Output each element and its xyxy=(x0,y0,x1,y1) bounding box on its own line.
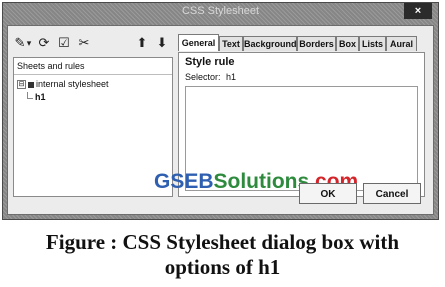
figure-caption-line2: options of h1 xyxy=(164,255,281,279)
selector-value: h1 xyxy=(226,72,237,82)
dropdown-icon[interactable]: ▾ xyxy=(25,35,33,51)
tab-aural[interactable]: Aural xyxy=(386,36,417,51)
cancel-button[interactable]: Cancel xyxy=(363,183,421,204)
dialog-body: ✎ ▾ ⟳ ☑ ✂ ⬆ ⬇ Sheets and rules ⊟ internal… xyxy=(7,25,434,215)
tree-header: Sheets and rules xyxy=(14,58,172,75)
tree-branch-line-icon xyxy=(27,92,33,99)
window-title: CSS Stylesheet xyxy=(181,5,260,17)
title-bar[interactable]: CSS Stylesheet × xyxy=(3,3,438,21)
tree-node-label: internal stylesheet xyxy=(36,79,109,89)
sheets-rules-tree[interactable]: Sheets and rules ⊟ internal stylesheet h1 xyxy=(13,57,173,197)
collapse-icon[interactable]: ⊟ xyxy=(17,80,26,90)
tab-lists[interactable]: Lists xyxy=(359,36,386,51)
move-down-icon[interactable]: ⬇ xyxy=(154,35,170,51)
move-up-icon[interactable]: ⬆ xyxy=(134,35,150,51)
tab-background[interactable]: Background xyxy=(243,36,297,51)
selector-label: Selector: xyxy=(185,72,221,82)
style-rule-heading: Style rule xyxy=(185,56,235,68)
tree-node-h1[interactable]: h1 xyxy=(27,92,46,102)
tab-box[interactable]: Box xyxy=(336,36,359,51)
tree-node-internal-stylesheet[interactable]: ⊟ internal stylesheet xyxy=(17,79,109,90)
tree-node-label: h1 xyxy=(35,92,46,102)
tab-borders[interactable]: Borders xyxy=(297,36,336,51)
selector-row: Selector: h1 xyxy=(185,72,236,82)
toolbar: ✎ ▾ ⟳ ☑ ✂ ⬆ ⬇ xyxy=(12,35,172,51)
watermark-part1: GSEB xyxy=(154,170,214,193)
tab-text[interactable]: Text xyxy=(219,36,243,51)
add-rule-icon[interactable]: ⟳ xyxy=(36,35,52,51)
stylesheet-node-icon xyxy=(28,81,34,88)
css-stylesheet-dialog: CSS Stylesheet × ✎ ▾ ⟳ ☑ ✂ ⬆ ⬇ Sheets an… xyxy=(2,2,439,220)
edit-icon[interactable]: ☑ xyxy=(56,35,72,51)
watermark-part2: Solutions xyxy=(213,170,310,193)
close-button[interactable]: × xyxy=(404,3,432,19)
figure-caption-line1: Figure : CSS Stylesheet dialog box with xyxy=(45,230,400,254)
tab-general[interactable]: General xyxy=(178,34,219,51)
remove-icon[interactable]: ✂ xyxy=(76,35,92,51)
ok-button[interactable]: OK xyxy=(299,183,357,204)
